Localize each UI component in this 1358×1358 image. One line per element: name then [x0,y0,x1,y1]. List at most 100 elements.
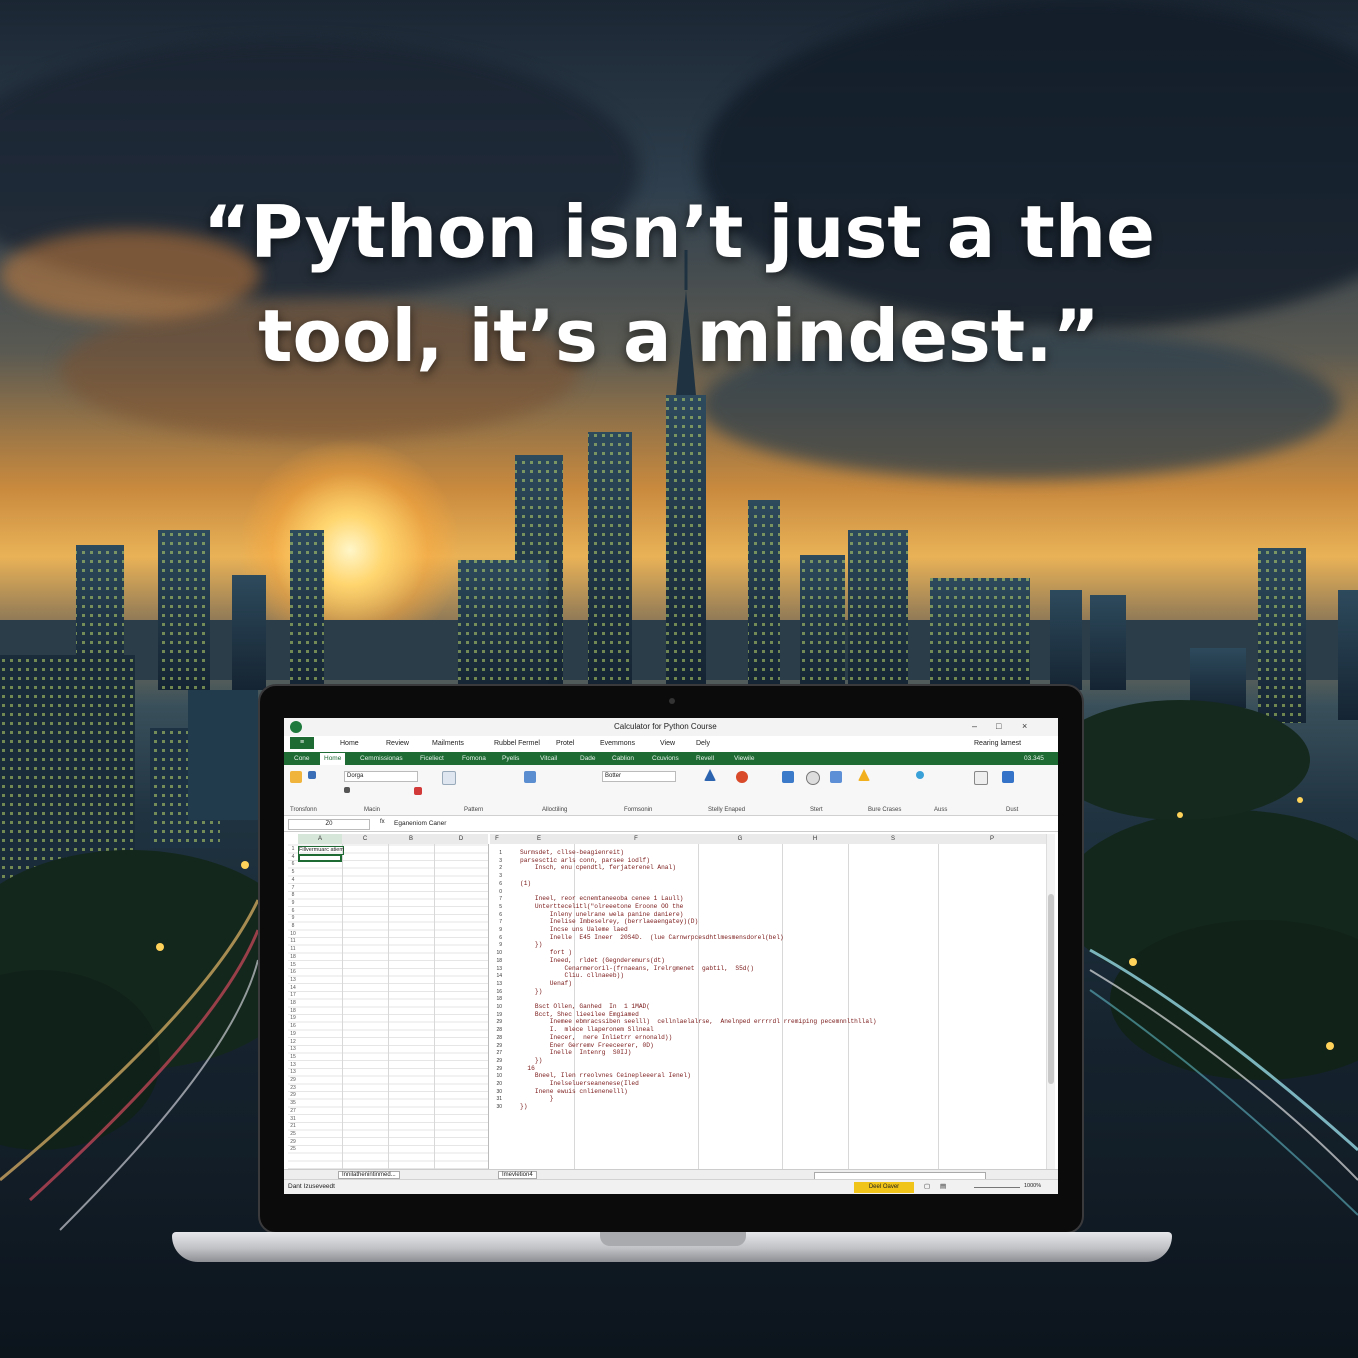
code-line[interactable]: Bsct Ollen, Ganhed In 1 1MAD( [520,1003,650,1010]
row-number[interactable]: 9 [288,900,298,906]
font-color-icon[interactable] [414,787,422,795]
menu-item[interactable]: Rubbel Fermel [494,740,540,747]
row-number[interactable]: 11 [288,946,298,952]
code-line[interactable]: Ineel, reor ecnemtaneeoba cenee 1 Laull) [520,895,684,902]
row-number[interactable]: 8 [288,923,298,929]
code-line[interactable]: Unterttecelitl("olreeetone Eroone OO the [520,903,684,910]
tab-home[interactable]: Home [320,753,346,765]
row-number[interactable]: 19 [288,1031,298,1037]
status-button[interactable]: Deel Oaver [854,1182,914,1193]
font-box[interactable]: Dorga [344,771,418,782]
restore-icon[interactable]: □ [996,721,1001,731]
cut-icon[interactable] [308,771,316,779]
row-number[interactable]: 15 [288,962,298,968]
hamburger-icon[interactable]: ≡ [290,737,314,749]
code-line[interactable]: Ineed, rldet (Gegnderemurs(dt) [520,957,665,964]
row-number[interactable]: 7 [288,885,298,891]
row-number[interactable]: 15 [288,1054,298,1060]
selected-cell[interactable] [298,854,342,862]
row-number[interactable]: 16 [288,969,298,975]
menu-item[interactable]: Home [340,740,359,747]
row-number[interactable]: 6 [288,908,298,914]
row-number[interactable]: 35 [288,1100,298,1106]
name-box[interactable]: Z0 [288,819,370,830]
code-line[interactable]: Bcct, Shec lieeilee Emgiamed [520,1011,639,1018]
code-line[interactable]: Inemee ebmracssiben seelll) cellnlaelalr… [520,1018,877,1025]
code-line[interactable]: Inelseluerseanenese(Iled [520,1080,639,1087]
code-line[interactable]: } [520,1095,554,1102]
menu-item[interactable]: Mailments [432,740,464,747]
tab[interactable]: Cemmissionas [360,755,403,762]
row-number[interactable]: 16 [288,1023,298,1029]
vertical-scrollbar[interactable] [1046,834,1055,1169]
row-number[interactable]: 31 [288,1116,298,1122]
row-number[interactable]: 18 [288,1008,298,1014]
tab[interactable]: Cablion [612,755,634,762]
sheet-tab[interactable]: Innilathenintinmed... [338,1171,400,1179]
code-line[interactable]: (1) [520,880,531,887]
zoom-slider[interactable] [974,1187,1020,1188]
row-number[interactable]: 18 [288,954,298,960]
code-line[interactable]: Cenarmeroril-(frnaeans, Irelrgmenet gabt… [520,965,754,972]
insert-icon[interactable] [782,771,794,783]
row-number[interactable]: 18 [288,1000,298,1006]
close-icon[interactable]: × [1022,721,1027,731]
code-line[interactable]: Cliu. cllnaeeb)) [520,972,624,979]
row-number[interactable]: 10 [288,931,298,937]
paste-icon[interactable] [290,771,302,783]
tab[interactable]: Revell [696,755,714,762]
menu-item[interactable]: View [660,740,675,747]
page-view-icon[interactable]: ▤ [940,1182,946,1190]
row-number[interactable]: 14 [288,985,298,991]
code-line[interactable]: fort ) [520,949,572,956]
code-line[interactable]: Insch, enu cpendtl, ferjaterenel Anal) [520,864,676,871]
sheet-tab[interactable]: Imevletion4 [498,1171,537,1179]
row-number[interactable]: 29 [288,1077,298,1083]
code-line[interactable]: parsesctic arls conn, parsee iodlf) [520,857,650,864]
view-icon[interactable] [974,771,988,785]
row-number[interactable]: 4 [288,877,298,883]
row-number[interactable]: 8 [288,892,298,898]
row-number[interactable]: 23 [288,1085,298,1091]
row-number[interactable]: 25 [288,1146,298,1152]
tab[interactable]: Vitcail [540,755,557,762]
code-line[interactable]: Inene ewuis cnlienenelll) [520,1088,628,1095]
code-line[interactable]: Inelle Intenrg S0IJ) [520,1049,632,1056]
row-number[interactable]: 13 [288,1062,298,1068]
table-icon[interactable] [830,771,842,783]
row-number[interactable]: 21 [288,1123,298,1129]
number-format-box[interactable]: Botter [602,771,676,782]
scroll-thumb[interactable] [1048,894,1054,1084]
menu-item[interactable]: Dely [696,740,710,747]
menu-item[interactable]: Review [386,740,409,747]
row-number[interactable]: 13 [288,1046,298,1052]
code-line[interactable]: }) [520,1057,542,1064]
normal-view-icon[interactable]: ▢ [924,1182,930,1190]
row-number[interactable]: 27 [288,1108,298,1114]
row-number[interactable]: 17 [288,992,298,998]
python-editor[interactable]: 1 Surmsdet, cllse-beagienreit) 3 parsesctic… [490,844,1050,1169]
code-line[interactable]: Inelise Imbeselrey, (berrlaeaengatey)(D) [520,918,699,925]
code-line[interactable]: Inelle E45 Ineer 20S4D. (lue Carnwrpcesd… [520,934,784,941]
wrap-icon[interactable] [442,771,456,785]
autosave-icon[interactable] [290,721,302,733]
row-number[interactable]: 4 [288,854,298,860]
code-line[interactable]: Incse uns Ualeme laed [520,926,628,933]
row-number[interactable]: 19 [288,1015,298,1021]
triangle-icon[interactable] [704,769,716,781]
python-icon[interactable] [1002,771,1014,783]
user-name[interactable]: Rearing lamest [974,740,1021,747]
row-number[interactable]: 11 [288,938,298,944]
code-line[interactable]: 16 [520,1065,534,1072]
tab[interactable]: Dade [580,755,596,762]
tab[interactable]: Ficeliect [420,755,444,762]
code-line[interactable]: Ener Gerremv Freeceerer, 0D) [520,1042,654,1049]
code-line[interactable]: Inleny unelrane wela panine daniere) [520,911,684,918]
clock-icon[interactable] [806,771,820,785]
chart-icon[interactable] [736,771,748,783]
drive-icon[interactable] [858,769,870,781]
bold-icon[interactable] [344,787,350,793]
code-line[interactable]: I. mlece llaperonem Sllneal [520,1026,654,1033]
row-number[interactable]: 5 [288,869,298,875]
tab[interactable]: Pyelis [502,755,519,762]
